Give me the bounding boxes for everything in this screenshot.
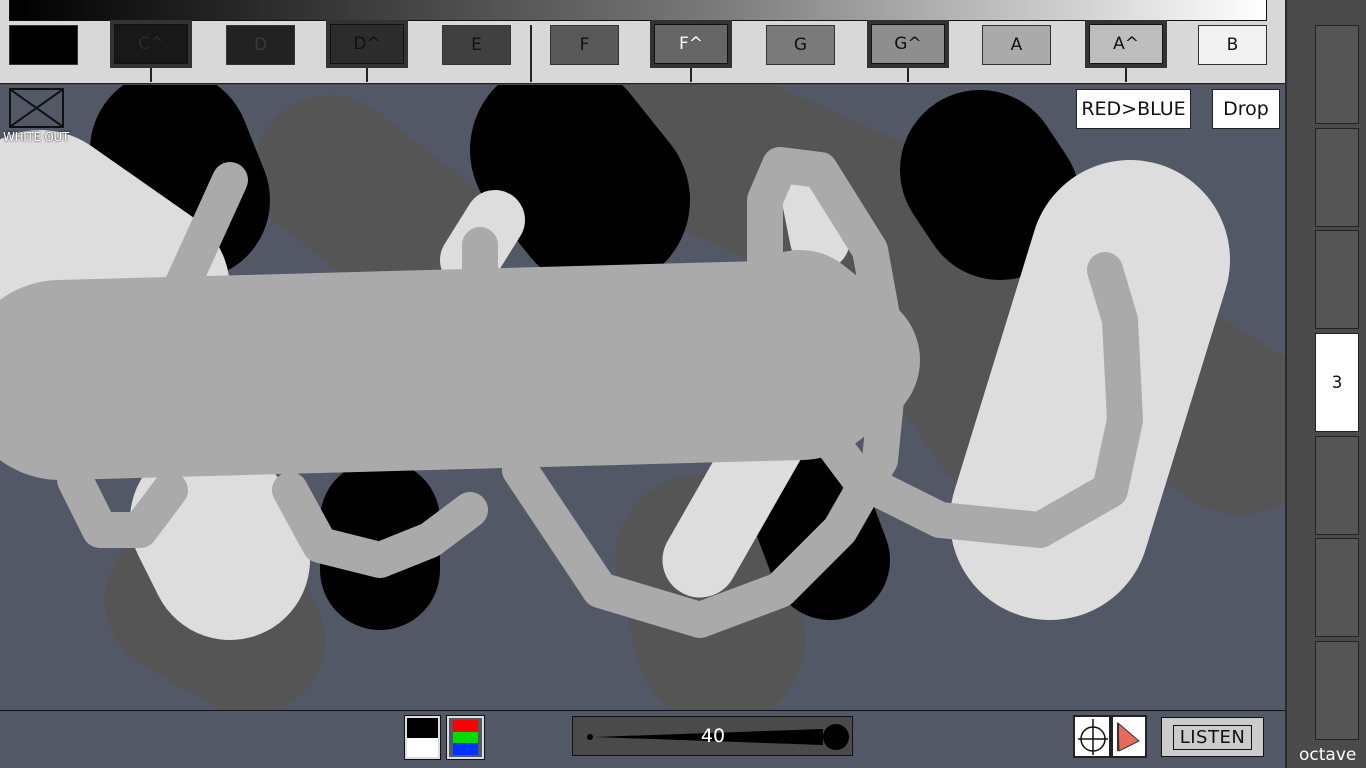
black-half bbox=[407, 718, 438, 738]
octave-button-4[interactable]: 3 bbox=[1315, 333, 1359, 432]
red-blue-mode-button[interactable]: RED>BLUE bbox=[1076, 89, 1191, 129]
blue-bar bbox=[453, 743, 478, 755]
palette-key-label: E bbox=[471, 35, 482, 55]
palette-key-label: A bbox=[1010, 35, 1023, 55]
palette-key-e[interactable]: E bbox=[442, 25, 511, 65]
canvas-strokes bbox=[0, 85, 1285, 710]
move-tool-button[interactable] bbox=[1073, 715, 1111, 758]
color-palette-bar: C^ D D^ E F F^ G G^ A A^ B bbox=[0, 0, 1285, 84]
sharp-key-tick bbox=[150, 68, 152, 82]
octave-button-1[interactable] bbox=[1315, 25, 1359, 124]
palette-key-label: A^ bbox=[1089, 24, 1163, 64]
palette-key-label: F bbox=[579, 35, 590, 55]
black-white-color-mode[interactable] bbox=[404, 715, 441, 760]
pen-nib-icon bbox=[1117, 721, 1140, 752]
octave-button-7[interactable] bbox=[1315, 641, 1359, 740]
sharp-key-tick bbox=[366, 68, 368, 82]
drawing-canvas[interactable] bbox=[0, 85, 1285, 710]
palette-divider bbox=[530, 25, 532, 82]
crosshair-icon bbox=[1078, 719, 1108, 755]
palette-key-f[interactable]: F bbox=[550, 25, 619, 65]
rgb-color-mode[interactable] bbox=[446, 715, 485, 760]
octave-button-6[interactable] bbox=[1315, 538, 1359, 637]
red-bar bbox=[453, 720, 478, 732]
palette-key-black[interactable] bbox=[9, 25, 78, 65]
paint-app: C^ D D^ E F F^ G G^ A A^ B WHITE OUT RED… bbox=[0, 0, 1366, 768]
cross-box-icon bbox=[10, 89, 63, 127]
listen-button[interactable]: LISTEN bbox=[1161, 717, 1264, 757]
palette-key-d-sharp[interactable]: D^ bbox=[326, 20, 408, 68]
octave-button-3[interactable] bbox=[1315, 230, 1359, 329]
palette-key-c-sharp[interactable]: C^ bbox=[110, 20, 192, 68]
green-bar bbox=[453, 731, 478, 744]
palette-key-b[interactable]: B bbox=[1198, 25, 1267, 65]
octave-selector: 3 octave bbox=[1285, 0, 1366, 768]
octave-label: octave bbox=[1299, 745, 1357, 765]
drop-button[interactable]: Drop bbox=[1212, 89, 1280, 129]
palette-key-g-sharp[interactable]: G^ bbox=[867, 20, 949, 68]
palette-key-label: B bbox=[1226, 35, 1239, 55]
white-out-tool[interactable]: WHITE OUT bbox=[3, 88, 75, 146]
brush-size-slider[interactable]: 40 bbox=[572, 716, 853, 756]
brush-size-value: 40 bbox=[700, 725, 726, 747]
pen-tool-button[interactable] bbox=[1111, 715, 1147, 758]
palette-key-label: C^ bbox=[114, 24, 188, 64]
palette-key-label: D^ bbox=[330, 24, 404, 64]
palette-key-a-sharp[interactable]: A^ bbox=[1085, 20, 1167, 68]
palette-key-a[interactable]: A bbox=[982, 25, 1051, 65]
sharp-key-tick bbox=[1125, 68, 1127, 82]
bottom-toolbar: 40 LISTEN bbox=[0, 710, 1285, 768]
white-out-label: WHITE OUT bbox=[3, 130, 70, 144]
gradient-strip[interactable] bbox=[9, 0, 1267, 21]
palette-key-label: F^ bbox=[654, 24, 728, 64]
white-half bbox=[407, 737, 438, 757]
palette-key-d[interactable]: D bbox=[226, 25, 295, 65]
palette-key-label: G^ bbox=[871, 24, 945, 64]
palette-key-label: D bbox=[253, 35, 268, 55]
sharp-key-tick bbox=[690, 68, 692, 82]
listen-label: LISTEN bbox=[1172, 724, 1253, 750]
octave-button-5[interactable] bbox=[1315, 436, 1359, 535]
white-out-icon bbox=[9, 88, 64, 128]
palette-key-f-sharp[interactable]: F^ bbox=[650, 20, 732, 68]
octave-button-2[interactable] bbox=[1315, 128, 1359, 227]
sharp-key-tick bbox=[907, 68, 909, 82]
palette-key-g[interactable]: G bbox=[766, 25, 835, 65]
palette-key-label: G bbox=[793, 35, 808, 55]
